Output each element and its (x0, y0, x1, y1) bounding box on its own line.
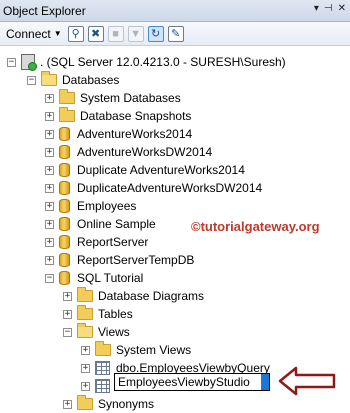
tree-node-database[interactable]: + Duplicate AdventureWorks2014 (45, 161, 245, 179)
database-icon (59, 253, 70, 267)
tree-node-sql-tutorial[interactable]: − SQL Tutorial (45, 269, 143, 287)
folder-icon (41, 71, 57, 86)
expand-icon[interactable]: + (45, 201, 54, 211)
tree-node-database-snapshots[interactable]: + Database Snapshots (45, 107, 191, 125)
folder-icon (59, 107, 75, 122)
tree-node-database-diagrams[interactable]: + Database Diagrams (63, 287, 204, 305)
database-label: ReportServerTempDB (77, 253, 195, 267)
expand-icon[interactable]: + (81, 381, 90, 391)
database-icon (59, 271, 70, 285)
folder-icon (77, 287, 93, 302)
expand-icon[interactable]: + (45, 255, 54, 265)
database-label: ReportServer (77, 235, 149, 249)
expand-icon[interactable]: + (45, 111, 54, 121)
rename-view-input[interactable]: EmployeesViewbyStudio (114, 373, 270, 391)
server-label: . (SQL Server 12.0.4213.0 - SURESH\Sures… (40, 55, 286, 69)
panel-title: Object Explorer (3, 3, 86, 18)
tree-node-database[interactable]: + ReportServer (45, 233, 148, 251)
filter-icon[interactable]: ▼ (127, 25, 144, 42)
collapse-icon[interactable]: − (45, 273, 54, 283)
database-diagrams-label: Database Diagrams (98, 289, 205, 303)
annotation-arrow-icon (278, 366, 336, 396)
tree-node-synonyms[interactable]: + Synonyms (63, 395, 154, 413)
panel-title-bar: Object Explorer ▾ ⊣ ✕ (0, 0, 350, 22)
chevron-down-icon[interactable]: ▾ (314, 3, 319, 14)
connect-icon[interactable]: ⚲ (67, 25, 84, 42)
database-label: Online Sample (77, 217, 156, 231)
tree-node-server[interactable]: − . (SQL Server 12.0.4213.0 - SURESH\Sur… (7, 53, 286, 71)
object-explorer-toolbar: Connect ▼ ⚲ ✖ ■ ▼ ↻ ✎ (0, 22, 350, 46)
tree-node-views[interactable]: − Views (63, 323, 130, 341)
expand-icon[interactable]: + (45, 183, 54, 193)
database-label: AdventureWorksDW2014 (77, 145, 213, 159)
tree-node-databases[interactable]: − Databases (27, 71, 119, 89)
pin-icon[interactable]: ⊣ (324, 3, 333, 14)
database-icon (59, 181, 70, 195)
collapse-icon[interactable]: − (27, 75, 36, 85)
tree-node-database[interactable]: + DuplicateAdventureWorksDW2014 (45, 179, 262, 197)
database-icon (59, 163, 70, 177)
close-icon[interactable]: ✕ (338, 3, 346, 14)
folder-icon (59, 89, 75, 104)
tree-node-database[interactable]: + AdventureWorks2014 (45, 125, 192, 143)
collapse-icon[interactable]: − (7, 57, 16, 67)
database-label: Employees (77, 199, 137, 213)
tree-node-database[interactable]: + Online Sample (45, 215, 156, 233)
tree-node-view-new[interactable]: + (81, 377, 116, 395)
connect-button[interactable]: Connect ▼ (4, 25, 64, 43)
database-snapshots-label: Database Snapshots (80, 109, 192, 123)
stop-icon[interactable]: ■ (107, 25, 124, 42)
expand-icon[interactable]: + (45, 237, 54, 247)
disconnect-icon[interactable]: ✖ (87, 25, 104, 42)
system-databases-label: System Databases (80, 91, 181, 105)
database-label: AdventureWorks2014 (77, 127, 193, 141)
folder-icon (77, 323, 93, 338)
database-icon (59, 235, 70, 249)
tree-node-database[interactable]: + Employees (45, 197, 136, 215)
database-icon (59, 217, 70, 231)
expand-icon[interactable]: + (63, 291, 72, 301)
database-icon (59, 145, 70, 159)
expand-icon[interactable]: + (81, 345, 90, 355)
expand-icon[interactable]: + (63, 399, 72, 409)
databases-label: Databases (62, 73, 120, 87)
expand-icon[interactable]: + (63, 309, 72, 319)
tree-node-database[interactable]: + ReportServerTempDB (45, 251, 194, 269)
folder-icon (77, 395, 93, 410)
expand-icon[interactable]: + (81, 363, 90, 373)
view-icon (95, 379, 110, 393)
synonyms-label: Synonyms (98, 397, 155, 411)
views-label: Views (98, 325, 130, 339)
database-icon (59, 127, 70, 141)
refresh-icon[interactable]: ↻ (147, 25, 164, 42)
expand-icon[interactable]: + (45, 93, 54, 103)
database-label: DuplicateAdventureWorksDW2014 (77, 181, 263, 195)
server-icon (21, 54, 37, 71)
tree-node-database[interactable]: + AdventureWorksDW2014 (45, 143, 212, 161)
view-icon (95, 361, 110, 375)
tables-label: Tables (98, 307, 133, 321)
watermark: ©tutorialgateway.org (191, 219, 320, 234)
collapse-icon[interactable]: − (63, 327, 72, 337)
expand-icon[interactable]: + (45, 219, 54, 229)
summary-icon[interactable]: ✎ (167, 25, 184, 42)
chevron-down-icon: ▼ (53, 29, 62, 38)
expand-icon[interactable]: + (45, 129, 54, 139)
database-label: Duplicate AdventureWorks2014 (77, 163, 245, 177)
expand-icon[interactable]: + (45, 147, 54, 157)
database-icon (59, 199, 70, 213)
folder-icon (95, 341, 111, 356)
database-label: SQL Tutorial (77, 271, 144, 285)
rename-view-text: EmployeesViewbyStudio (118, 375, 250, 389)
expand-icon[interactable]: + (45, 165, 54, 175)
connect-label: Connect (6, 26, 51, 41)
tree-node-tables[interactable]: + Tables (63, 305, 133, 323)
tree-node-system-views[interactable]: + System Views (81, 341, 191, 359)
tree-node-system-databases[interactable]: + System Databases (45, 89, 181, 107)
system-views-label: System Views (116, 343, 192, 357)
folder-icon (77, 305, 93, 320)
text-selection-end (261, 374, 269, 390)
